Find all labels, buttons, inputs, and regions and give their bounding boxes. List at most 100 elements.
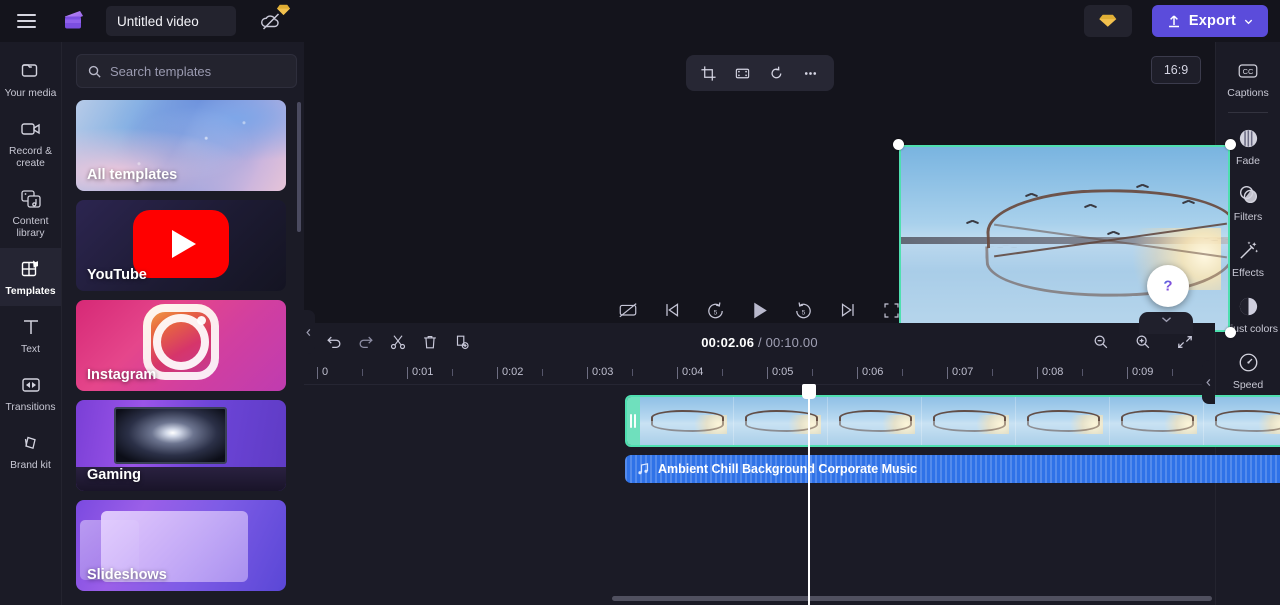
- project-title-input[interactable]: [106, 6, 236, 36]
- menu-icon[interactable]: [8, 3, 44, 39]
- search-icon: [87, 64, 102, 79]
- filters-icon: [1237, 183, 1260, 206]
- ruler-tick-label: 0:05: [772, 366, 794, 378]
- sidebar-item-record-create[interactable]: Record & create: [0, 108, 61, 178]
- more-options-icon[interactable]: [796, 59, 826, 87]
- template-card-all-templates[interactable]: All templates: [76, 100, 286, 191]
- delete-icon[interactable]: [414, 328, 446, 356]
- sidebar-item-your-media[interactable]: Your media: [0, 50, 61, 108]
- collapse-templates-panel-button[interactable]: [302, 310, 315, 354]
- ruler-tick: [497, 367, 498, 379]
- template-card-youtube[interactable]: YouTube: [76, 200, 286, 291]
- ruler-minor-tick: [362, 369, 363, 376]
- timeline-toolbar: 00:02.06 / 00:10.00: [304, 323, 1215, 361]
- ruler-tick-label: 0:08: [1042, 366, 1064, 378]
- tool-item-speed[interactable]: Speed: [1216, 343, 1280, 399]
- sidebar-item-brand-kit[interactable]: Brand kit: [0, 422, 61, 480]
- cc-icon: CC: [1236, 60, 1260, 82]
- templates-panel: All templates YouTube Instagram Gaming: [61, 42, 323, 605]
- redo-icon[interactable]: [350, 328, 382, 356]
- sidebar-item-label: Templates: [5, 286, 56, 297]
- timeline: 00:02.06 / 00:10.00 0 0:01 0:02 0:03 0:0…: [304, 323, 1280, 605]
- folder-icon: [19, 59, 43, 83]
- sidebar-item-content-library[interactable]: Content library: [0, 178, 61, 248]
- fullscreen-icon[interactable]: [877, 296, 907, 324]
- sidebar-item-transitions[interactable]: Transitions: [0, 364, 61, 422]
- skip-to-start-icon[interactable]: [657, 296, 687, 324]
- zoom-out-icon[interactable]: [1085, 328, 1117, 356]
- panel-scrollbar[interactable]: [297, 102, 301, 232]
- forward-5-icon[interactable]: 5: [789, 296, 819, 324]
- video-clip[interactable]: [625, 395, 1280, 447]
- template-card-list: All templates YouTube Instagram Gaming S…: [76, 100, 294, 605]
- template-card-instagram[interactable]: Instagram: [76, 300, 286, 391]
- resize-handle-top-right[interactable]: [1225, 139, 1236, 150]
- aspect-ratio-button[interactable]: 16:9: [1151, 56, 1201, 84]
- cloud-off-icon[interactable]: [254, 3, 290, 38]
- tool-item-captions[interactable]: CC Captions: [1216, 52, 1280, 107]
- template-card-label: Instagram: [87, 367, 157, 383]
- editor-body: Your media Record & create Content libra…: [0, 42, 1280, 605]
- total-time: 00:10.00: [765, 334, 818, 350]
- svg-text:CC: CC: [1243, 67, 1254, 76]
- playhead[interactable]: [802, 384, 816, 605]
- ruler-tick-label: 0:01: [412, 366, 434, 378]
- thumbnail: [1109, 397, 1204, 445]
- export-button[interactable]: Export: [1151, 5, 1268, 37]
- svg-text:5: 5: [802, 309, 806, 316]
- undo-icon[interactable]: [318, 328, 350, 356]
- chevron-down-icon: [1160, 315, 1173, 324]
- ruler-tick-label: 0:09: [1132, 366, 1154, 378]
- template-card-slideshows[interactable]: Slideshows: [76, 500, 286, 591]
- template-card-label: YouTube: [87, 267, 147, 283]
- split-icon[interactable]: [382, 328, 414, 356]
- collapse-right-panel-button[interactable]: [1202, 360, 1215, 404]
- premium-gem-button[interactable]: [1083, 5, 1132, 37]
- duplicate-icon[interactable]: [446, 328, 478, 356]
- audio-clip[interactable]: Ambient Chill Background Corporate Music: [625, 455, 1280, 483]
- video-thumbnails: [639, 397, 1280, 445]
- diamond-icon: [277, 3, 290, 16]
- help-button[interactable]: ?: [1147, 265, 1189, 307]
- thumbnail: [827, 397, 922, 445]
- tool-item-label: Speed: [1232, 379, 1264, 391]
- clip-trim-handle-left[interactable]: [627, 397, 640, 445]
- timeline-horizontal-scrollbar[interactable]: [612, 596, 1212, 601]
- search-templates-box[interactable]: [76, 54, 297, 88]
- ruler-minor-tick: [722, 369, 723, 376]
- ruler-tick: [767, 367, 768, 379]
- resize-handle-bottom-right[interactable]: [1225, 327, 1236, 338]
- play-icon[interactable]: [745, 296, 775, 324]
- chevron-left-icon: [1204, 377, 1213, 388]
- ruler-minor-tick: [1172, 369, 1173, 376]
- crop-icon[interactable]: [694, 59, 724, 87]
- sidebar-item-templates[interactable]: Templates: [0, 248, 61, 306]
- current-time: 00:02.06: [701, 334, 755, 350]
- fit-icon[interactable]: [728, 59, 758, 87]
- template-card-label: Slideshows: [87, 567, 167, 583]
- svg-text:?: ?: [1163, 278, 1172, 295]
- template-card-label: All templates: [87, 167, 178, 183]
- template-card-label: Gaming: [87, 467, 141, 483]
- rewind-5-icon[interactable]: 5: [701, 296, 731, 324]
- tool-item-label: Captions: [1227, 87, 1269, 99]
- chevron-down-icon: [1243, 16, 1254, 27]
- preview-bird: [1025, 191, 1038, 198]
- tool-item-label: Filters: [1233, 211, 1263, 223]
- ruler-tick: [317, 367, 318, 379]
- sidebar-item-text[interactable]: Text: [0, 306, 61, 364]
- rotate-icon[interactable]: [762, 59, 792, 87]
- resize-handle-top-left[interactable]: [893, 139, 904, 150]
- preview-bird: [1107, 229, 1120, 236]
- clipchamp-logo-icon: [60, 7, 88, 35]
- timeline-ruler[interactable]: 0 0:01 0:02 0:03 0:04 0:05 0:06 0:07 0:08 0:09: [304, 361, 1215, 385]
- clipchamp-editor: Export Your media: [0, 0, 1280, 605]
- template-card-gaming[interactable]: Gaming: [76, 400, 286, 491]
- captions-off-icon[interactable]: [613, 296, 643, 324]
- skip-to-end-icon[interactable]: [833, 296, 863, 324]
- collapse-preview-button[interactable]: [1139, 312, 1193, 334]
- thumbnail: [639, 397, 734, 445]
- search-input[interactable]: [110, 63, 286, 79]
- time-readout: 00:02.06 / 00:10.00: [701, 335, 818, 350]
- transitions-icon: [19, 373, 43, 397]
